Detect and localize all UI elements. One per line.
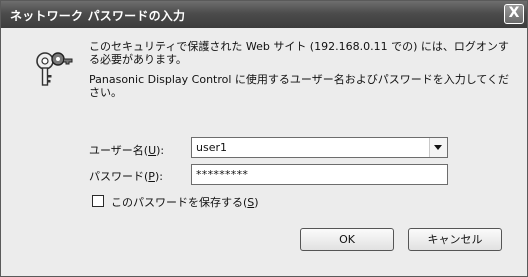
password-label-text: パスワード [89,170,144,183]
title-bar[interactable]: ネットワーク パスワードの入力 X [1,1,527,28]
username-label: ユーザー名(U): [89,144,165,157]
ok-button[interactable]: OK [300,228,394,251]
dialog-title: ネットワーク パスワードの入力 [10,9,186,23]
chevron-down-icon[interactable] [429,138,447,157]
save-password-label-text: このパスワードを保存する [111,196,243,209]
close-icon[interactable]: X [504,4,524,24]
password-value: ********* [196,168,249,181]
username-combobox[interactable]: user1 [191,137,448,158]
save-password-checkbox[interactable] [92,195,104,207]
password-dialog: ネットワーク パスワードの入力 X このセキュリティで保護された Web サイト… [0,0,528,277]
password-label: パスワード(P): [89,170,163,183]
username-value: user1 [196,141,227,154]
save-password-accelerator: S [247,196,255,209]
password-field[interactable]: ********* [191,164,448,185]
username-accelerator: U [148,144,157,157]
key-icon [36,52,73,86]
username-label-text: ユーザー名 [89,144,144,157]
logon-required-message: このセキュリティで保護された Web サイト (192.168.0.11 での)… [89,40,509,66]
credentials-prompt-message: Panasonic Display Control に使用するユーザー名およびパ… [89,73,510,99]
save-password-label[interactable]: このパスワードを保存する(S) [111,194,259,210]
password-accelerator: P [148,170,155,183]
cancel-button[interactable]: キャンセル [408,228,502,251]
